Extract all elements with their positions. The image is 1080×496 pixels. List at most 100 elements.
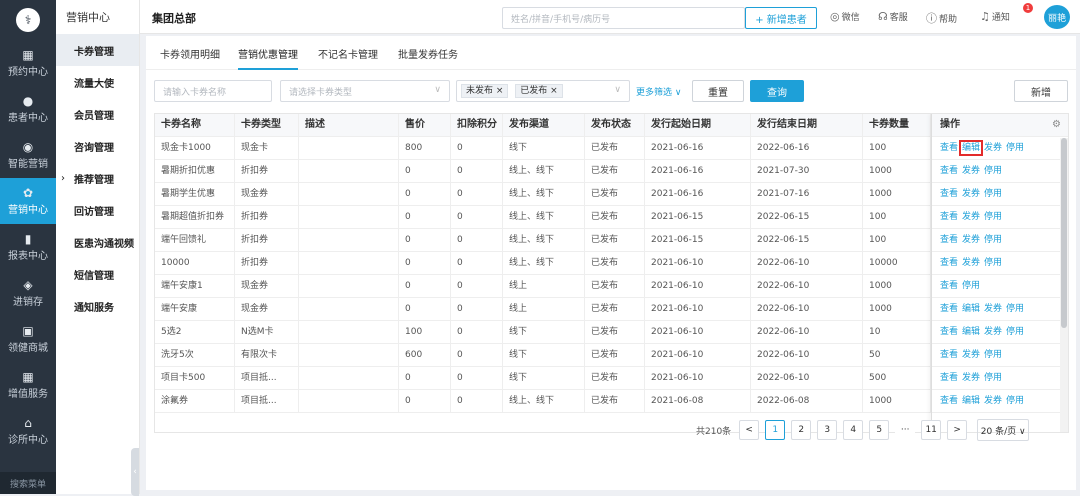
edit-link[interactable]: 编辑 — [962, 304, 980, 314]
column-header[interactable]: 发行起始日期 — [645, 114, 751, 137]
disable-link[interactable]: 停用 — [962, 281, 980, 291]
disable-link[interactable]: 停用 — [1006, 304, 1024, 314]
column-header[interactable]: 发布渠道 — [503, 114, 585, 137]
column-header[interactable]: 卡券名称 — [155, 114, 235, 137]
column-header[interactable]: 发布状态 — [585, 114, 645, 137]
prev-page-button[interactable]: < — [739, 420, 760, 440]
issue-link[interactable]: 发券 — [962, 189, 980, 199]
status-select[interactable]: 未发布 × 已发布 × ∨ — [456, 80, 630, 102]
collapse-sidebar-button[interactable]: ‹ — [131, 448, 139, 496]
tab-promo-management[interactable]: 营销优惠管理 — [238, 46, 298, 70]
disable-link[interactable]: 停用 — [984, 350, 1002, 360]
disable-link[interactable]: 停用 — [1006, 327, 1024, 337]
tab-anonymous-card[interactable]: 不记名卡管理 — [318, 46, 378, 61]
issue-link[interactable]: 发券 — [962, 166, 980, 176]
column-header[interactable]: 发行结束日期 — [751, 114, 863, 137]
page-ellipsis[interactable]: ··· — [895, 420, 916, 440]
nav-item-report[interactable]: ▮ 报表中心 — [0, 224, 56, 270]
page-button[interactable]: 11 — [921, 420, 942, 440]
nav-item-calendar[interactable]: ▦ 预约中心 — [0, 40, 56, 86]
status-tag[interactable]: 已发布 × — [515, 84, 563, 98]
tab-coupon-detail[interactable]: 卡券领用明细 — [160, 46, 220, 61]
disable-link[interactable]: 停用 — [984, 212, 1002, 222]
disable-link[interactable]: 停用 — [984, 235, 1002, 245]
help-button[interactable]: ⓘ 帮助 — [926, 10, 957, 26]
wechat-button[interactable]: ◎ 微信 — [830, 10, 860, 23]
edit-link[interactable]: 编辑 — [962, 327, 980, 337]
view-link[interactable]: 查看 — [940, 396, 958, 406]
page-button[interactable]: 1 — [765, 420, 786, 440]
column-header[interactable]: 卡券类型 — [235, 114, 299, 137]
issue-link[interactable]: 发券 — [962, 373, 980, 383]
column-header[interactable]: 描述 — [299, 114, 399, 137]
issue-link[interactable]: 发券 — [984, 143, 1002, 153]
issue-link[interactable]: 发券 — [962, 350, 980, 360]
column-header[interactable]: 卡券数量 — [863, 114, 931, 137]
view-link[interactable]: 查看 — [940, 304, 958, 314]
view-link[interactable]: 查看 — [940, 166, 958, 176]
view-link[interactable]: 查看 — [940, 189, 958, 199]
column-header[interactable]: 扣除积分 — [451, 114, 503, 137]
view-link[interactable]: 查看 — [940, 258, 958, 268]
view-link[interactable]: 查看 — [940, 143, 958, 153]
nav-item-marketing[interactable]: ✿ 营销中心 — [0, 178, 56, 224]
menu-search[interactable]: 搜索菜单 — [0, 472, 56, 494]
disable-link[interactable]: 停用 — [984, 258, 1002, 268]
patient-search-input[interactable]: 姓名/拼音/手机号/病历号 — [502, 7, 745, 29]
subnav-item-traffic[interactable]: 流量大使 — [56, 66, 139, 98]
page-size-select[interactable]: 20 条/页 ∨ — [977, 419, 1030, 441]
issue-link[interactable]: 发券 — [962, 235, 980, 245]
disable-link[interactable]: 停用 — [1006, 396, 1024, 406]
subnav-item-notify[interactable]: 通知服务 — [56, 290, 139, 322]
nav-item-smart-marketing[interactable]: ◉ 智能营销 — [0, 132, 56, 178]
service-button[interactable]: ☊ 客服 — [878, 10, 908, 23]
table-scrollbar[interactable] — [1060, 138, 1068, 432]
nav-item-value-added[interactable]: ▦ 增值服务 — [0, 362, 56, 408]
scroll-thumb[interactable] — [1061, 138, 1067, 328]
issue-link[interactable]: 发券 — [984, 396, 1002, 406]
issue-link[interactable]: 发券 — [962, 212, 980, 222]
page-button[interactable]: 5 — [869, 420, 890, 440]
subnav-item-consult[interactable]: 咨询管理 — [56, 130, 139, 162]
view-link[interactable]: 查看 — [940, 212, 958, 222]
page-button[interactable]: 4 — [843, 420, 864, 440]
disable-link[interactable]: 停用 — [984, 373, 1002, 383]
subnav-item-coupon[interactable]: 卡券管理 — [56, 34, 139, 66]
query-button[interactable]: 查询 — [750, 80, 804, 102]
subnav-item-referral[interactable]: › 推荐管理 — [56, 162, 139, 194]
subnav-item-member[interactable]: 会员管理 — [56, 98, 139, 130]
coupon-type-select[interactable]: 请选择卡券类型 ∨ — [280, 80, 450, 102]
notify-button[interactable]: ♫ 通知 — [980, 10, 1010, 23]
next-page-button[interactable]: > — [947, 420, 968, 440]
tab-batch-issue[interactable]: 批量发券任务 — [398, 46, 458, 61]
reset-button[interactable]: 重置 — [692, 80, 744, 102]
add-coupon-button[interactable]: 新增 — [1014, 80, 1068, 102]
disable-link[interactable]: 停用 — [984, 189, 1002, 199]
disable-link[interactable]: 停用 — [984, 166, 1002, 176]
nav-item-inventory[interactable]: ◈ 进销存 — [0, 270, 56, 316]
more-filters-link[interactable]: 更多筛选 ∨ — [636, 85, 681, 98]
view-link[interactable]: 查看 — [940, 350, 958, 360]
issue-link[interactable]: 发券 — [984, 304, 1002, 314]
issue-link[interactable]: 发券 — [962, 258, 980, 268]
view-link[interactable]: 查看 — [940, 373, 958, 383]
subnav-item-followup[interactable]: 回访管理 — [56, 194, 139, 226]
edit-link[interactable]: 编辑 — [962, 396, 980, 406]
status-tag[interactable]: 未发布 × — [461, 84, 509, 98]
nav-item-clinic[interactable]: ⌂ 诊所中心 — [0, 408, 56, 454]
view-link[interactable]: 查看 — [940, 281, 958, 291]
gear-icon[interactable]: ⚙ — [1052, 114, 1061, 136]
avatar[interactable]: 丽艳 — [1044, 5, 1070, 29]
page-button[interactable]: 3 — [817, 420, 838, 440]
nav-item-mall[interactable]: ▣ 领健商城 — [0, 316, 56, 362]
subnav-item-sms[interactable]: 短信管理 — [56, 258, 139, 290]
view-link[interactable]: 查看 — [940, 235, 958, 245]
coupon-name-input[interactable]: 请输入卡券名称 — [154, 80, 272, 102]
issue-link[interactable]: 发券 — [984, 327, 1002, 337]
subnav-item-video[interactable]: 医患沟通视频 — [56, 226, 139, 258]
nav-item-patient[interactable]: ● 患者中心 — [0, 86, 56, 132]
disable-link[interactable]: 停用 — [1006, 143, 1024, 153]
add-patient-button[interactable]: + 新增患者 — [745, 7, 817, 29]
view-link[interactable]: 查看 — [940, 327, 958, 337]
column-header[interactable]: 售价 — [399, 114, 451, 137]
